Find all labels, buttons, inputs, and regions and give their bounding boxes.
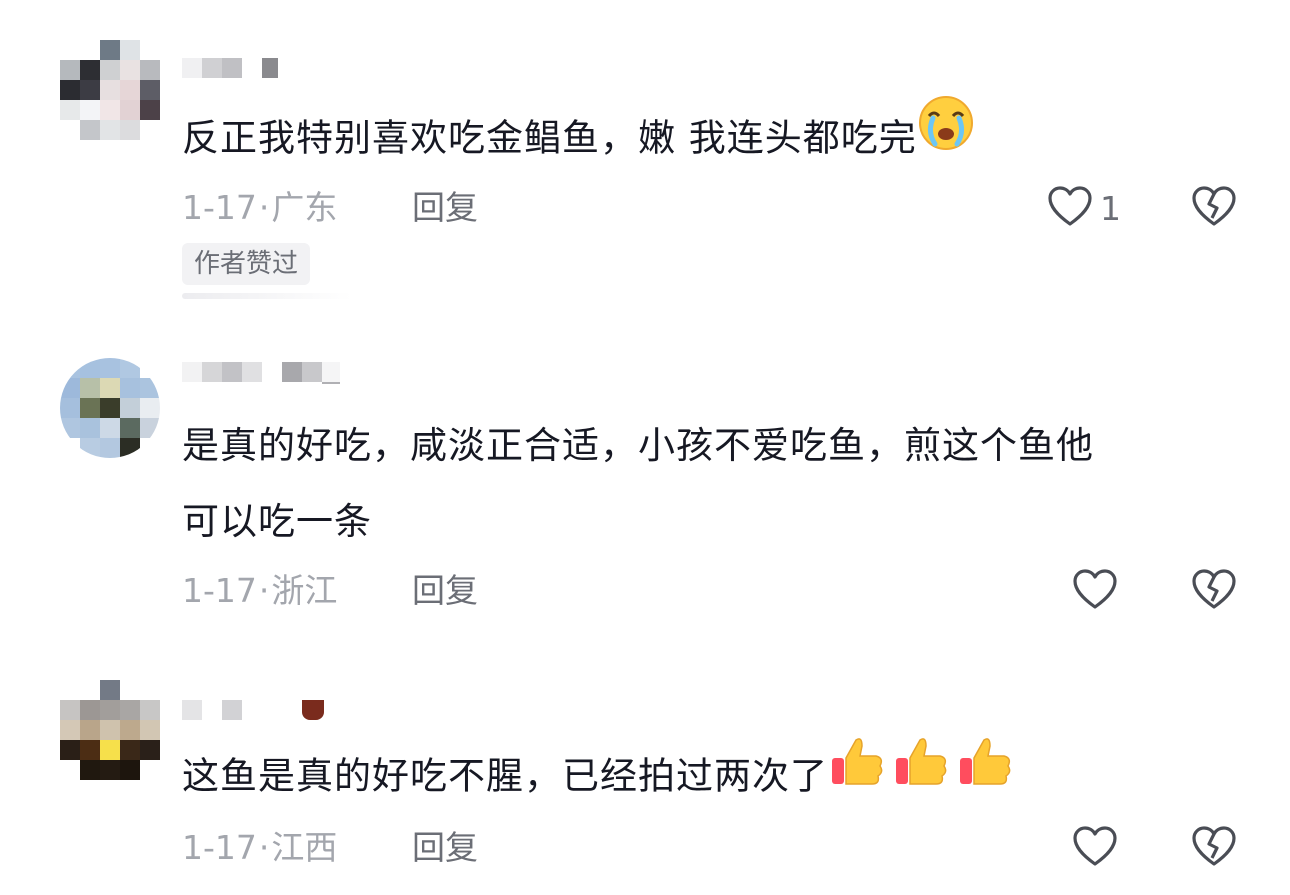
avatar[interactable] [60,358,160,458]
comment-date: 1-17 [182,828,257,867]
broken-heart-icon [1190,184,1238,232]
like-button[interactable]: 1 [1046,186,1121,230]
comment-meta: 1-17·江西 [182,826,337,870]
thumbs-up-emoji-icon [828,732,1014,816]
broken-heart-icon [1190,824,1238,872]
dislike-button[interactable] [1190,826,1238,870]
username-masked[interactable] [182,700,324,724]
heart-icon [1046,184,1094,232]
avatar[interactable] [60,40,160,140]
comment-text-line: 是真的好吃，咸淡正合适，小孩不爱吃鱼，煎这个鱼他 [182,424,1094,467]
comment-location: 广东 [271,188,338,227]
comment-location: 浙江 [271,571,338,610]
avatar[interactable] [60,680,160,780]
meta-separator: · [258,188,270,227]
comment-location: 江西 [271,828,338,867]
like-count: 1 [1100,188,1121,228]
comment-meta: 1-17·广东 [182,186,337,230]
heart-icon [1071,567,1119,615]
divider [182,293,352,299]
comment-date: 1-17 [182,188,257,227]
comment-date: 1-17 [182,571,257,610]
comment-text: 这鱼是真的好吃不腥，已经拍过两次了 [182,736,1252,820]
dislike-button[interactable] [1190,186,1238,230]
username-masked[interactable] [182,58,278,82]
reply-button[interactable]: 回复 [412,826,478,870]
meta-separator: · [258,571,270,610]
comment-text: 是真的好吃，咸淡正合适，小孩不爱吃鱼，煎这个鱼他 可以吃一条 [182,408,1252,560]
username-masked[interactable] [182,362,340,386]
reply-button[interactable]: 回复 [412,186,478,230]
author-liked-badge: 作者赞过 [182,243,311,285]
meta-separator: · [258,828,270,867]
broken-heart-icon [1190,567,1238,615]
comment-text: 反正我特别喜欢吃金鲳鱼，嫩 我连头都吃完 [182,96,1252,182]
comment-text-line: 可以吃一条 [182,500,372,543]
comment-meta: 1-17·浙江 [182,569,337,613]
crying-face-emoji-icon [917,94,975,178]
reply-button[interactable]: 回复 [412,569,478,613]
like-button[interactable] [1071,826,1119,870]
heart-icon [1071,824,1119,872]
comment-text-content: 反正我特别喜欢吃金鲳鱼，嫩 我连头都吃完 [182,116,917,160]
dislike-button[interactable] [1190,569,1238,613]
comment-text-content: 这鱼是真的好吃不腥，已经拍过两次了 [182,754,828,798]
like-button[interactable] [1071,569,1119,613]
